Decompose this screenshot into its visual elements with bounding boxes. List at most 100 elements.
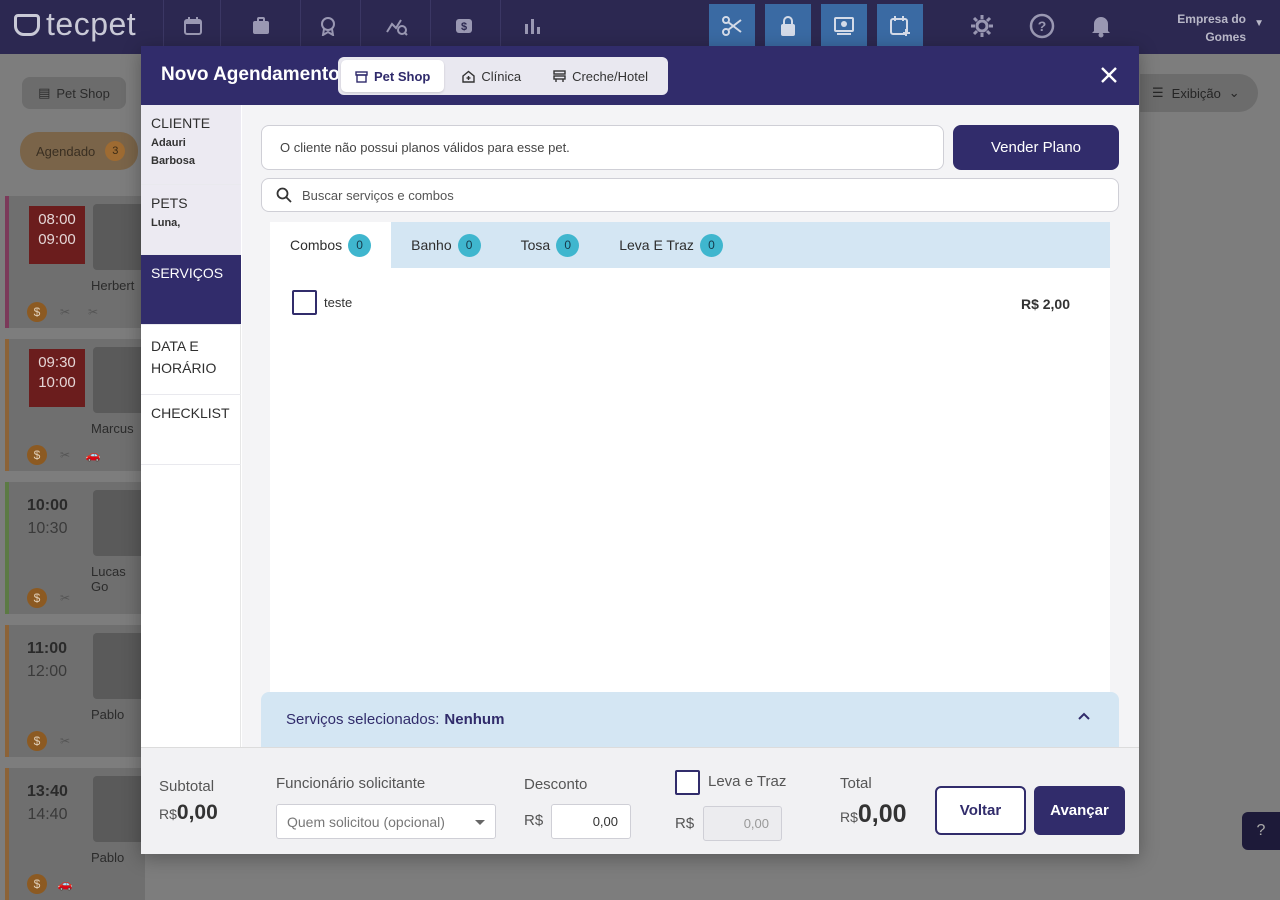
dollar-icon: $ bbox=[27, 302, 47, 322]
leva-traz-input bbox=[703, 806, 782, 841]
award-icon[interactable] bbox=[305, 4, 351, 48]
segment-label: Clínica bbox=[481, 68, 522, 84]
appointment-card[interactable]: 13:40 14:40 Pablo $ 🚗 bbox=[5, 768, 149, 900]
appointment-start: 08:00 bbox=[38, 211, 76, 228]
total-amount: R$0,00 bbox=[840, 800, 907, 829]
leva-traz-label: Leva e Traz bbox=[708, 773, 787, 790]
step-label: HORÁRIO bbox=[151, 360, 217, 376]
step-label: DATA E bbox=[151, 338, 199, 354]
store-icon bbox=[355, 70, 368, 83]
step-data-horario[interactable]: DATA E HORÁRIO bbox=[141, 325, 241, 395]
next-button[interactable]: Avançar bbox=[1034, 786, 1125, 835]
subtotal-label: Subtotal bbox=[159, 778, 215, 795]
appointment-status-icons: $ ✂ 🚗 bbox=[27, 445, 103, 465]
employee-select-placeholder: Quem solicitou (opcional) bbox=[287, 813, 445, 830]
step-value-line: Adauri bbox=[151, 137, 186, 149]
appointment-status-icons: $ 🚗 bbox=[27, 874, 75, 894]
badge-icon[interactable] bbox=[238, 4, 284, 48]
search-input[interactable] bbox=[302, 187, 1082, 203]
appointment-end: 10:30 bbox=[27, 520, 68, 537]
petshop-filter-chip[interactable]: ▤ Pet Shop bbox=[22, 77, 126, 109]
appointment-card[interactable]: 10:00 10:30 Lucas Go $ ✂ bbox=[5, 482, 149, 614]
appointment-client-name: Pablo bbox=[91, 707, 125, 722]
bell-icon[interactable] bbox=[1078, 4, 1124, 48]
calendar-plus-icon[interactable] bbox=[877, 4, 923, 48]
step-cliente[interactable]: CLIENTE Adauri Barbosa bbox=[141, 105, 241, 185]
appointment-card[interactable]: 09:30 10:00 Marcus $ ✂ 🚗 bbox=[5, 339, 149, 471]
discount-currency: R$ bbox=[524, 812, 544, 829]
appointment-start: 10:00 bbox=[27, 497, 68, 514]
service-price: R$ 2,00 bbox=[1020, 296, 1070, 312]
step-servicos[interactable]: SERVIÇOS bbox=[141, 255, 241, 325]
display-options-button[interactable]: ☰ Exibição ⌄ bbox=[1140, 74, 1258, 112]
company-name[interactable]: Empresa do Gomes bbox=[1177, 10, 1246, 46]
list-item[interactable]: teste R$ 2,00 bbox=[270, 288, 1110, 318]
status-count-badge: 3 bbox=[105, 141, 126, 161]
chevron-up-icon[interactable] bbox=[1077, 711, 1091, 721]
lock-icon[interactable] bbox=[765, 4, 811, 48]
step-checklist[interactable]: CHECKLIST bbox=[141, 395, 241, 465]
step-label: CHECKLIST bbox=[151, 405, 230, 421]
employee-select[interactable]: Quem solicitou (opcional) bbox=[276, 804, 496, 839]
discount-input[interactable] bbox=[551, 804, 631, 839]
segment-clinica[interactable]: Clínica bbox=[448, 60, 535, 92]
tab-banho[interactable]: Banho 0 bbox=[391, 222, 500, 268]
status-filter-chip[interactable]: Agendado 3 bbox=[20, 132, 138, 170]
leva-traz-checkbox[interactable] bbox=[675, 770, 700, 795]
appointment-status-icons: $ ✂ bbox=[27, 731, 75, 751]
subtotal-value: 0,00 bbox=[176, 801, 218, 824]
wizard-steps: CLIENTE Adauri Barbosa PETS Luna, SERVIÇ… bbox=[141, 105, 241, 747]
back-button[interactable]: Voltar bbox=[935, 786, 1026, 835]
bar-chart-icon[interactable] bbox=[509, 4, 555, 48]
petshop-filter-label: Pet Shop bbox=[56, 85, 110, 101]
search-icon bbox=[276, 187, 292, 203]
tab-leva-e-traz[interactable]: Leva E Traz 0 bbox=[599, 222, 743, 268]
analytics-icon[interactable] bbox=[374, 4, 420, 48]
calendar-icon[interactable] bbox=[170, 4, 216, 48]
service-checkbox[interactable] bbox=[292, 290, 317, 315]
discount-label: Desconto bbox=[524, 776, 588, 793]
appointment-status-icons: $ ✂ bbox=[27, 588, 75, 608]
tab-label: Combos bbox=[290, 237, 343, 253]
help-float-icon[interactable]: ? bbox=[1242, 812, 1280, 850]
logo[interactable]: tecpet bbox=[14, 6, 136, 43]
close-icon[interactable] bbox=[1097, 63, 1121, 87]
appointment-end: 12:00 bbox=[27, 663, 68, 680]
appointment-start: 13:40 bbox=[27, 783, 68, 800]
service-list: teste R$ 2,00 bbox=[270, 268, 1110, 820]
gear-icon[interactable] bbox=[959, 4, 1005, 48]
dollar-icon: $ bbox=[27, 731, 47, 751]
sell-plan-button[interactable]: Vender Plano bbox=[953, 125, 1119, 170]
plan-notice: O cliente não possui planos válidos para… bbox=[261, 125, 944, 170]
appointment-end: 10:00 bbox=[38, 374, 76, 391]
appointment-client-name: Herbert bbox=[91, 278, 135, 293]
dollar-icon[interactable]: $ bbox=[441, 4, 487, 48]
appointment-card[interactable]: 08:00 09:00 Herbert $ ✂ ✂ bbox=[5, 196, 149, 328]
employee-label: Funcionário solicitante bbox=[276, 775, 426, 792]
step-pets[interactable]: PETS Luna, bbox=[141, 185, 241, 255]
segment-label: Pet Shop bbox=[374, 68, 431, 84]
appointment-card[interactable]: 11:00 12:00 Pablo $ ✂ bbox=[5, 625, 149, 757]
car-icon: 🚗 bbox=[85, 448, 101, 462]
svg-text:?: ? bbox=[1038, 18, 1047, 34]
help-icon[interactable]: ? bbox=[1019, 4, 1065, 48]
car-icon: 🚗 bbox=[57, 877, 73, 891]
appointment-status-icons: $ ✂ ✂ bbox=[27, 302, 103, 322]
appointment-time: 11:00 12:00 bbox=[27, 637, 67, 683]
tab-tosa[interactable]: Tosa 0 bbox=[501, 222, 600, 268]
appointment-end: 14:40 bbox=[27, 806, 68, 823]
appointment-start: 11:00 bbox=[27, 640, 68, 657]
status-filter-label: Agendado bbox=[36, 143, 96, 159]
service-tabs: Combos 0 Banho 0 Tosa 0 Leva E Traz 0 bbox=[270, 222, 1110, 268]
screen-icon[interactable] bbox=[821, 4, 867, 48]
segment-pet-shop[interactable]: Pet Shop bbox=[341, 60, 445, 92]
segment-creche-hotel[interactable]: Creche/Hotel bbox=[539, 60, 662, 92]
company-name-line: Gomes bbox=[1205, 30, 1246, 44]
dollar-icon: $ bbox=[27, 445, 47, 465]
scissors-icon[interactable] bbox=[709, 4, 755, 48]
selected-services-bar[interactable]: Serviços selecionados: Nenhum bbox=[261, 692, 1119, 747]
chevron-down-icon[interactable]: ▼ bbox=[1254, 18, 1264, 29]
tab-combos[interactable]: Combos 0 bbox=[270, 222, 392, 268]
svg-text:$: $ bbox=[461, 21, 467, 33]
dropdown-arrow-icon bbox=[475, 820, 485, 825]
